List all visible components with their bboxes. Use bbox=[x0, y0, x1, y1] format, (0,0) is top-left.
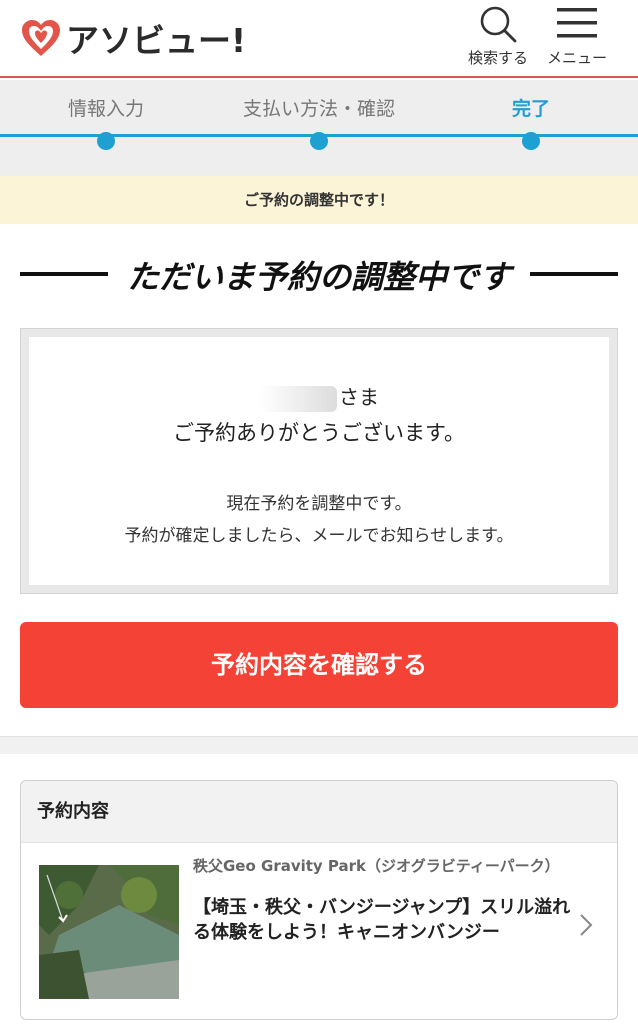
status-notice: ご予約の調整中です！ bbox=[0, 176, 638, 224]
booking-section-title: 予約内容 bbox=[21, 781, 617, 843]
title-rule-right bbox=[530, 272, 618, 276]
progress-steps: 情報入力 支払い方法・確認 完了 bbox=[0, 80, 638, 176]
venue-name: 秩父Geo Gravity Park（ジオグラビティーパーク） bbox=[193, 857, 560, 875]
booking-details-card: 予約内容 秩父Geo Gravity Park（ジオグラビティーパーク） 【埼玉… bbox=[20, 780, 618, 1020]
title-rule-left bbox=[20, 272, 108, 276]
booking-item[interactable]: 秩父Geo Gravity Park（ジオグラビティーパーク） 【埼玉・秩父・バ… bbox=[21, 843, 617, 1019]
chevron-right-icon bbox=[580, 914, 593, 936]
search-icon bbox=[480, 6, 517, 43]
step-label: 支払い方法・確認 bbox=[242, 98, 395, 120]
customer-name-line: さま bbox=[29, 381, 609, 412]
message-box: さま ご予約ありがとうございます。 現在予約を調整中です。 予約が確定しましたら… bbox=[29, 337, 609, 585]
hamburger-menu-icon bbox=[557, 8, 597, 38]
redacted-name bbox=[259, 385, 337, 412]
honorific: さま bbox=[339, 385, 379, 409]
menu-label: メニュー bbox=[546, 49, 607, 67]
activity-thumbnail bbox=[39, 865, 179, 999]
page-title: ただいま予約の調整中です bbox=[126, 258, 511, 296]
step-label: 完了 bbox=[511, 98, 550, 120]
step-dot bbox=[310, 132, 328, 150]
step-dot bbox=[97, 132, 115, 150]
step-label: 情報入力 bbox=[67, 98, 144, 120]
confirm-booking-button[interactable]: 予約内容を確認する bbox=[20, 622, 618, 708]
menu-button[interactable]: メニュー bbox=[541, 4, 613, 72]
brand-name: アソビュー! bbox=[66, 21, 247, 60]
activity-title: 【埼玉・秩父・バンジージャンプ】スリル溢れる体験をしよう！キャニオンバンジー bbox=[193, 897, 571, 943]
search-button[interactable]: 検索する bbox=[462, 4, 534, 72]
step-complete: 完了 bbox=[421, 94, 638, 150]
step-payment-confirm: 支払い方法・確認 bbox=[209, 94, 429, 150]
thanks-message: ご予約ありがとうございます。 bbox=[173, 421, 465, 445]
brand-logo[interactable]: アソビュー! bbox=[20, 14, 246, 62]
message-panel: さま ご予約ありがとうございます。 現在予約を調整中です。 予約が確定しましたら… bbox=[20, 328, 618, 594]
step-dot bbox=[522, 132, 540, 150]
page-title-block: ただいま予約の調整中です bbox=[0, 244, 638, 304]
email-notice-message: 予約が確定しましたら、メールでお知らせします。 bbox=[124, 526, 514, 546]
heart-logo-icon bbox=[22, 20, 60, 56]
section-divider bbox=[0, 736, 638, 754]
search-label: 検索する bbox=[467, 49, 528, 67]
canyon-photo-image bbox=[39, 865, 179, 999]
step-info-input: 情報入力 bbox=[0, 94, 216, 150]
status-message: 現在予約を調整中です。 bbox=[226, 494, 412, 514]
app-header: アソビュー! 検索する メニュー bbox=[0, 0, 638, 78]
